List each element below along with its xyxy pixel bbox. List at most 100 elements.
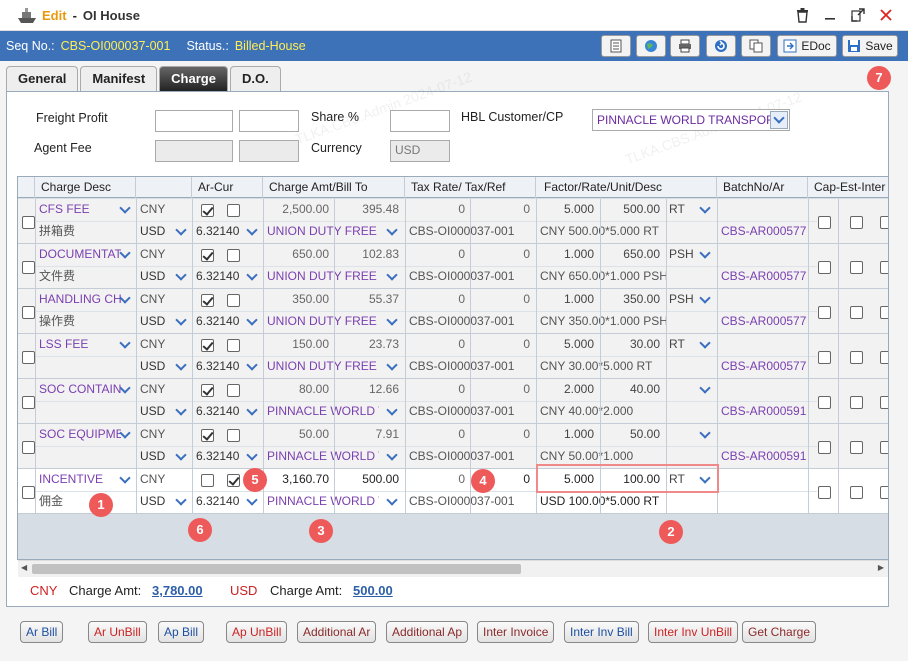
cap-checkbox[interactable]	[818, 216, 831, 229]
charge-amount-usd[interactable]: 55.37	[335, 289, 403, 311]
factor[interactable]: 5.000	[538, 199, 598, 221]
bill-to[interactable]: PINNACLE WORLD TRANSPORT	[267, 401, 379, 423]
tab-do[interactable]: D.O.	[229, 66, 281, 91]
table-row[interactable]: SOC CONTAINER CNY USD 6.32140 80.0012.66PINN…	[18, 379, 888, 424]
trash-icon[interactable]	[794, 6, 810, 24]
ar-checkbox[interactable]	[201, 249, 214, 262]
chevron-down-icon[interactable]	[696, 426, 714, 444]
tax-rate[interactable]: 0	[407, 244, 469, 266]
chevron-down-icon[interactable]	[172, 448, 190, 466]
row-select-checkbox[interactable]	[22, 486, 35, 499]
currency-select[interactable]: USD	[140, 446, 175, 468]
save-button[interactable]: Save	[842, 35, 898, 57]
tax-rate[interactable]: 0	[407, 424, 469, 446]
tax-amount[interactable]: 0	[471, 289, 534, 311]
chevron-down-icon[interactable]	[116, 336, 134, 354]
chevron-down-icon[interactable]	[243, 223, 261, 241]
chevron-down-icon[interactable]	[383, 268, 401, 286]
currency-select[interactable]: USD	[140, 491, 175, 513]
unit[interactable]: RT	[669, 334, 699, 356]
chevron-down-icon[interactable]	[172, 493, 190, 511]
bill-to[interactable]: UNION DUTY FREE	[267, 356, 379, 378]
tax-rate[interactable]: 0	[407, 334, 469, 356]
tax-rate[interactable]: 0	[407, 379, 469, 401]
charge-amount[interactable]: 350.00	[265, 289, 333, 311]
ar-bill-button[interactable]: Ar Bill	[20, 621, 64, 643]
inter-checkbox[interactable]	[880, 486, 888, 499]
row-select-checkbox[interactable]	[22, 351, 35, 364]
chevron-down-icon[interactable]	[383, 313, 401, 331]
ar-checkbox[interactable]	[201, 429, 214, 442]
chevron-down-icon[interactable]	[243, 268, 261, 286]
charge-desc[interactable]: SOC EQUIPMENT	[39, 424, 121, 446]
horizontal-scrollbar[interactable]: ◀ ▶	[18, 560, 888, 577]
table-row[interactable]: INCENTIVE 佣金 CNY USD 6.32140 3,160.70 500.00 PI…	[18, 469, 888, 514]
rate[interactable]: 500.00	[600, 199, 664, 221]
ar-checkbox[interactable]	[201, 204, 214, 217]
chevron-down-icon[interactable]	[243, 403, 261, 421]
chevron-down-icon[interactable]	[243, 448, 261, 466]
tab-general[interactable]: General	[6, 66, 79, 91]
chevron-down-icon[interactable]	[116, 291, 134, 309]
tax-rate[interactable]: 0	[407, 199, 469, 221]
est-checkbox[interactable]	[850, 441, 863, 454]
charge-amount-usd[interactable]: 7.91	[335, 424, 403, 446]
exchange-rate[interactable]: 6.32140	[196, 266, 246, 288]
inter-inv-unbill-button[interactable]: Inter Inv UnBill	[648, 621, 739, 643]
charge-desc[interactable]: DOCUMENTATION	[39, 244, 121, 266]
chevron-down-icon[interactable]	[172, 268, 190, 286]
charge-desc[interactable]: SOC CONTAINER	[39, 379, 121, 401]
batch-no[interactable]: CBS-AR000591	[721, 401, 807, 423]
tax-rate[interactable]: 0	[407, 289, 469, 311]
unit[interactable]	[669, 424, 699, 446]
est-checkbox[interactable]	[850, 486, 863, 499]
tax-amount[interactable]: 0	[471, 379, 534, 401]
charge-amount[interactable]: 3,160.70	[265, 469, 333, 491]
charge-amount-usd[interactable]: 500.00	[335, 469, 403, 491]
exchange-rate[interactable]: 6.32140	[196, 356, 246, 378]
cap-checkbox[interactable]	[818, 306, 831, 319]
exchange-rate[interactable]: 6.32140	[196, 221, 246, 243]
maximize-icon[interactable]	[850, 6, 866, 24]
scrollbar-thumb[interactable]	[32, 564, 521, 574]
document-button[interactable]	[601, 35, 631, 57]
chevron-down-icon[interactable]	[172, 313, 190, 331]
total-amt2[interactable]: 500.00	[353, 583, 393, 598]
ap-checkbox[interactable]	[227, 384, 240, 397]
agent-fee-input-2[interactable]	[239, 140, 299, 162]
ar-checkbox[interactable]	[201, 294, 214, 307]
edoc-button[interactable]: EDoc	[777, 35, 837, 57]
rate[interactable]: 30.00	[600, 334, 664, 356]
charge-amount[interactable]: 50.00	[265, 424, 333, 446]
copy-button[interactable]	[741, 35, 771, 57]
chevron-down-icon[interactable]	[696, 246, 714, 264]
row-select-checkbox[interactable]	[22, 441, 35, 454]
batch-no[interactable]: CBS-AR000577	[721, 311, 807, 333]
bill-to[interactable]: PINNACLE WORLD TRANSPORT	[267, 446, 379, 468]
chevron-down-icon[interactable]	[116, 246, 134, 264]
ap-checkbox[interactable]	[227, 294, 240, 307]
inter-checkbox[interactable]	[880, 351, 888, 364]
chevron-down-icon[interactable]	[383, 493, 401, 511]
rate[interactable]: 50.00	[600, 424, 664, 446]
cap-checkbox[interactable]	[818, 396, 831, 409]
rate[interactable]: 40.00	[600, 379, 664, 401]
refresh-button[interactable]	[706, 35, 736, 57]
table-row[interactable]: DOCUMENTATION文件费CNYUSD6.32140650.00102.8…	[18, 244, 888, 289]
bill-to[interactable]: UNION DUTY FREE	[267, 266, 379, 288]
exchange-rate[interactable]: 6.32140	[196, 401, 246, 423]
chevron-down-icon[interactable]	[383, 223, 401, 241]
globe-button[interactable]	[636, 35, 666, 57]
chevron-down-icon[interactable]	[696, 381, 714, 399]
charge-amount[interactable]: 2,500.00	[265, 199, 333, 221]
minimize-icon[interactable]	[822, 6, 838, 24]
inter-inv-bill-button[interactable]: Inter Inv Bill	[564, 621, 639, 643]
exchange-rate[interactable]: 6.32140	[196, 446, 246, 468]
est-checkbox[interactable]	[850, 261, 863, 274]
chevron-down-icon[interactable]	[116, 471, 134, 489]
chevron-down-icon[interactable]	[172, 223, 190, 241]
get-charge-button[interactable]: Get Charge	[742, 621, 817, 643]
inter-checkbox[interactable]	[880, 216, 888, 229]
charge-amount[interactable]: 150.00	[265, 334, 333, 356]
print-button[interactable]	[670, 35, 700, 57]
